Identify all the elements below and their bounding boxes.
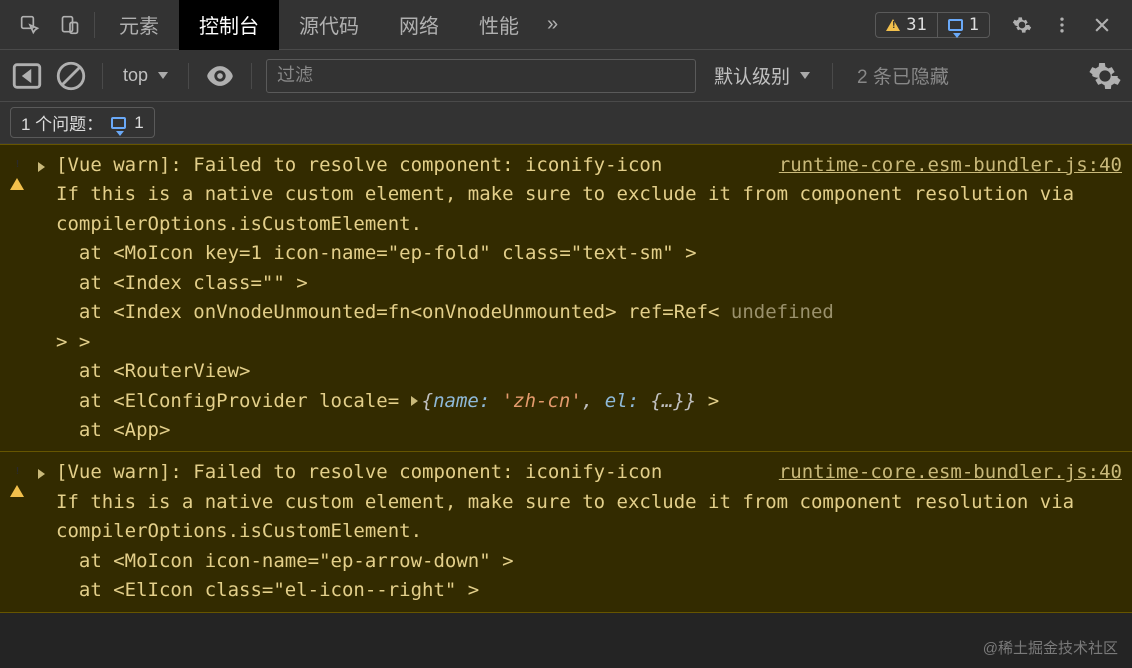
tab-performance[interactable]: 性能 <box>459 0 539 50</box>
tab-console[interactable]: 控制台 <box>179 0 279 50</box>
warning-icon <box>10 458 38 605</box>
log-body: If this is a native custom element, make… <box>56 180 1122 239</box>
stack-frame: at <App> <box>56 416 1122 445</box>
issues-chip[interactable]: 1 个问题： 1 <box>10 107 155 138</box>
message-icon <box>111 117 126 129</box>
stack-frame: at <MoIcon key=1 icon-name="ep-fold" cla… <box>56 239 1122 268</box>
warnings-count: 31 <box>906 15 926 35</box>
issues-label: 1 个问题： <box>21 110 103 135</box>
console-settings-icon[interactable] <box>1088 59 1122 93</box>
more-menu-icon[interactable] <box>1042 0 1082 50</box>
tab-elements[interactable]: 元素 <box>99 0 179 50</box>
context-label: top <box>123 65 148 86</box>
close-icon[interactable] <box>1082 0 1122 50</box>
tab-network[interactable]: 网络 <box>379 0 459 50</box>
clear-console-icon[interactable] <box>54 59 88 93</box>
message-icon <box>948 19 963 31</box>
divider <box>251 63 252 89</box>
stack-frame: at <Index class="" > <box>56 269 1122 298</box>
messages-count: 1 <box>969 15 979 35</box>
chevron-down-icon <box>158 72 168 79</box>
expand-toggle[interactable] <box>38 151 56 445</box>
issues-count: 1 <box>134 113 143 133</box>
console-entry: [Vue warn]: Failed to resolve component:… <box>0 451 1132 612</box>
device-toggle-icon[interactable] <box>50 0 90 50</box>
stack-frame: at <RouterView> <box>56 357 1122 386</box>
log-message: [Vue warn]: Failed to resolve component:… <box>56 151 779 180</box>
live-expression-icon[interactable] <box>203 59 237 93</box>
context-selector[interactable]: top <box>117 65 174 86</box>
stack-frame: > > <box>56 328 1122 357</box>
console-entry: [Vue warn]: Failed to resolve component:… <box>0 144 1132 452</box>
filter-input[interactable] <box>266 59 696 93</box>
console-output: [Vue warn]: Failed to resolve component:… <box>0 144 1132 668</box>
divider <box>102 63 103 89</box>
tabs-more[interactable]: » <box>539 0 566 50</box>
settings-icon[interactable] <box>1002 0 1042 50</box>
log-body: If this is a native custom element, make… <box>56 488 1122 547</box>
divider <box>832 63 833 89</box>
expand-object-icon[interactable] <box>411 396 418 406</box>
warning-icon <box>10 151 38 445</box>
devtools-main-toolbar: 元素 控制台 源代码 网络 性能 » 31 1 <box>0 0 1132 50</box>
sidebar-toggle-icon[interactable] <box>10 59 44 93</box>
console-toolbar: top 默认级别 2 条已隐藏 <box>0 50 1132 102</box>
tab-sources[interactable]: 源代码 <box>279 0 379 50</box>
issues-bar: 1 个问题： 1 <box>0 102 1132 144</box>
watermark: @稀土掘金技术社区 <box>983 637 1118 658</box>
stack-frame: at <Index onVnodeUnmounted=fn<onVnodeUnm… <box>56 298 1122 327</box>
source-link[interactable]: runtime-core.esm-bundler.js:40 <box>779 458 1122 487</box>
status-badges[interactable]: 31 1 <box>869 12 990 38</box>
log-level-selector[interactable]: 默认级别 <box>706 62 818 89</box>
warnings-badge[interactable]: 31 <box>875 12 936 38</box>
stack-frame: at <ElConfigProvider locale= {name: 'zh-… <box>56 387 1122 416</box>
chevron-down-icon <box>800 72 810 79</box>
messages-badge[interactable]: 1 <box>937 12 990 38</box>
inspect-element-icon[interactable] <box>10 0 50 50</box>
stack-frame: at <MoIcon icon-name="ep-arrow-down" > <box>56 547 1122 576</box>
expand-toggle[interactable] <box>38 458 56 605</box>
warning-icon <box>886 19 900 31</box>
log-level-label: 默认级别 <box>714 62 790 89</box>
hidden-count[interactable]: 2 条已隐藏 <box>847 62 959 89</box>
divider <box>94 12 95 38</box>
source-link[interactable]: runtime-core.esm-bundler.js:40 <box>779 151 1122 180</box>
divider <box>188 63 189 89</box>
stack-frame: at <ElIcon class="el-icon--right" > <box>56 576 1122 605</box>
log-message: [Vue warn]: Failed to resolve component:… <box>56 458 779 487</box>
